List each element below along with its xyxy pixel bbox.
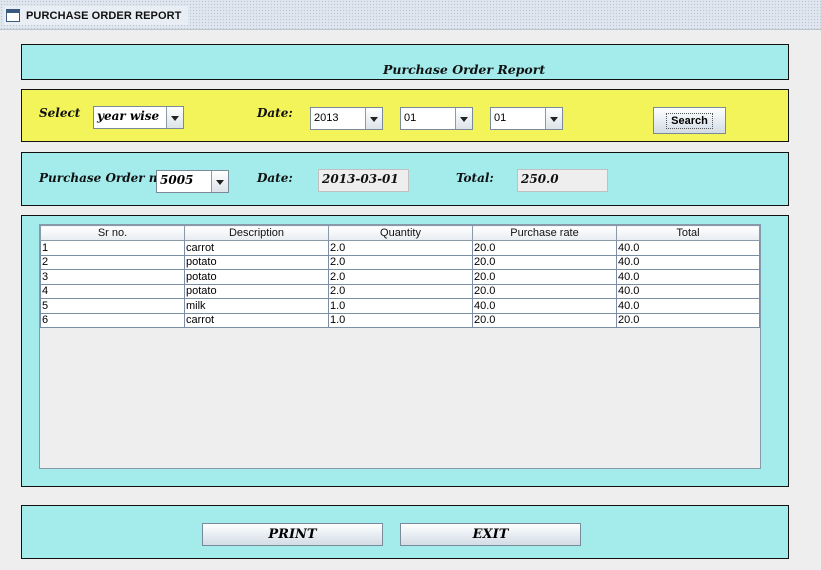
po-number-select[interactable]: 5005: [156, 170, 229, 193]
column-header-quantity[interactable]: Quantity: [328, 225, 473, 241]
cell-total[interactable]: 40.0: [616, 283, 760, 299]
column-header-purchase-rate[interactable]: Purchase rate: [472, 225, 617, 241]
period-select-value: year wise: [97, 109, 160, 123]
month-select-value: 01: [404, 112, 417, 124]
chevron-down-icon[interactable]: [211, 171, 228, 192]
order-date-field: 2013-03-01: [318, 169, 409, 192]
table-row[interactable]: 5 milk 1.0 40.0 40.0: [40, 298, 760, 314]
day-select[interactable]: 01: [490, 107, 563, 130]
table-header-row: Sr no. Description Quantity Purchase rat…: [40, 225, 760, 241]
cell-description[interactable]: carrot: [184, 312, 329, 328]
column-header-description[interactable]: Description: [184, 225, 329, 241]
exit-button[interactable]: EXIT: [400, 523, 581, 546]
chevron-down-icon[interactable]: [166, 107, 183, 128]
order-total-field: 250.0: [517, 169, 608, 192]
select-label: Select: [39, 106, 81, 120]
filter-date-label: Date:: [257, 106, 293, 120]
cell-description[interactable]: potato: [184, 254, 329, 270]
cell-description[interactable]: carrot: [184, 240, 329, 256]
cell-quantity[interactable]: 1.0: [328, 298, 473, 314]
cell-sr-no[interactable]: 5: [40, 298, 185, 314]
period-select[interactable]: year wise: [93, 106, 184, 129]
cell-quantity[interactable]: 2.0: [328, 254, 473, 270]
window-icon: [6, 9, 20, 22]
day-select-value: 01: [494, 112, 507, 124]
cell-description[interactable]: potato: [184, 269, 329, 285]
year-select[interactable]: 2013: [310, 107, 383, 130]
po-number-value: 5005: [160, 173, 194, 187]
window-title: PURCHASE ORDER REPORT: [26, 9, 182, 22]
table-row[interactable]: 4 potato 2.0 20.0 40.0: [40, 283, 760, 299]
order-date-label: Date:: [257, 171, 293, 185]
title-bar[interactable]: PURCHASE ORDER REPORT: [0, 0, 821, 30]
items-panel: Sr no. Description Quantity Purchase rat…: [21, 215, 789, 487]
cell-sr-no[interactable]: 6: [40, 312, 185, 328]
cell-quantity[interactable]: 2.0: [328, 283, 473, 299]
cell-purchase-rate[interactable]: 20.0: [472, 312, 617, 328]
cell-purchase-rate[interactable]: 20.0: [472, 254, 617, 270]
content-frame: Purchase Order Report Select year wise D…: [0, 30, 821, 570]
column-header-total[interactable]: Total: [616, 225, 760, 241]
cell-total[interactable]: 20.0: [616, 312, 760, 328]
cell-total[interactable]: 40.0: [616, 240, 760, 256]
order-info-panel: Purchase Order no: 5005 Date: 2013-03-01…: [21, 152, 789, 206]
cell-sr-no[interactable]: 2: [40, 254, 185, 270]
table-row[interactable]: 2 potato 2.0 20.0 40.0: [40, 254, 760, 270]
cell-sr-no[interactable]: 4: [40, 283, 185, 299]
cell-total[interactable]: 40.0: [616, 298, 760, 314]
table-row[interactable]: 6 carrot 1.0 20.0 20.0: [40, 312, 760, 328]
cell-quantity[interactable]: 2.0: [328, 269, 473, 285]
items-table[interactable]: Sr no. Description Quantity Purchase rat…: [40, 225, 760, 328]
cell-description[interactable]: potato: [184, 283, 329, 299]
chevron-down-icon[interactable]: [455, 108, 472, 129]
search-button-label: Search: [666, 112, 713, 129]
report-title: Purchase Order Report: [383, 62, 546, 77]
cell-total[interactable]: 40.0: [616, 254, 760, 270]
items-table-scrollpane[interactable]: Sr no. Description Quantity Purchase rat…: [39, 224, 761, 469]
po-number-label: Purchase Order no:: [39, 171, 170, 185]
cell-quantity[interactable]: 2.0: [328, 240, 473, 256]
cell-description[interactable]: milk: [184, 298, 329, 314]
title-area: PURCHASE ORDER REPORT: [4, 6, 188, 25]
table-row[interactable]: 1 carrot 2.0 20.0 40.0: [40, 240, 760, 256]
cell-purchase-rate[interactable]: 20.0: [472, 283, 617, 299]
cell-purchase-rate[interactable]: 20.0: [472, 240, 617, 256]
report-header-panel: Purchase Order Report: [21, 44, 789, 80]
month-select[interactable]: 01: [400, 107, 473, 130]
year-select-value: 2013: [314, 112, 339, 124]
filter-panel: Select year wise Date: 2013 01 01 Search: [21, 89, 789, 142]
column-header-sr-no[interactable]: Sr no.: [40, 225, 185, 241]
search-button[interactable]: Search: [653, 107, 726, 134]
cell-sr-no[interactable]: 1: [40, 240, 185, 256]
chevron-down-icon[interactable]: [365, 108, 382, 129]
print-button[interactable]: PRINT: [202, 523, 383, 546]
cell-purchase-rate[interactable]: 40.0: [472, 298, 617, 314]
table-row[interactable]: 3 potato 2.0 20.0 40.0: [40, 269, 760, 285]
cell-sr-no[interactable]: 3: [40, 269, 185, 285]
cell-total[interactable]: 40.0: [616, 269, 760, 285]
cell-quantity[interactable]: 1.0: [328, 312, 473, 328]
actions-panel: PRINT EXIT: [21, 505, 789, 559]
order-total-label: Total:: [456, 171, 494, 185]
cell-purchase-rate[interactable]: 20.0: [472, 269, 617, 285]
chevron-down-icon[interactable]: [545, 108, 562, 129]
